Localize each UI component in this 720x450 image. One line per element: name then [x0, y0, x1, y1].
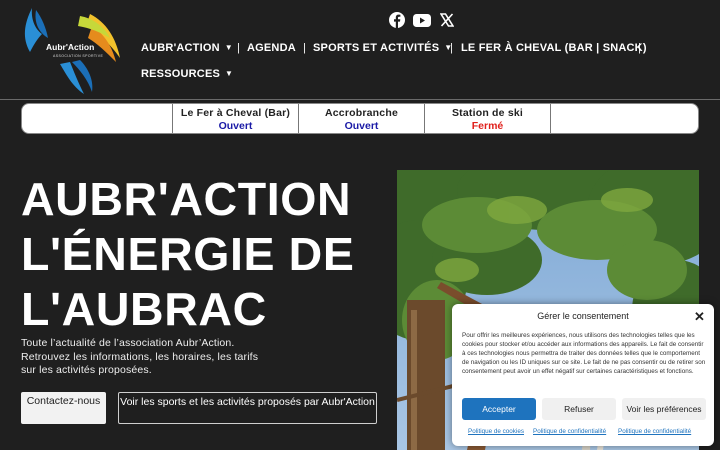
hero-title-line: L'ÉNERGIE DE: [21, 228, 355, 280]
cookie-policy-link[interactable]: Politique de cookies: [468, 428, 524, 435]
status-name: Le Fer à Cheval (Bar): [180, 107, 291, 119]
nav-item-fer-a-cheval[interactable]: LE FER À CHEVAL (BAR | SNACK): [461, 42, 647, 54]
nav-item-sports[interactable]: SPORTS ET ACTIVITÉS ▼: [313, 42, 452, 54]
hero-title: AUBR'ACTION L'ÉNERGIE DE L'AUBRAC: [21, 172, 391, 337]
status-station-ski: Station de ski Fermé: [424, 104, 550, 133]
privacy-policy-link[interactable]: Politique de confidentialité: [533, 428, 606, 435]
privacy-policy-link[interactable]: Politique de confidentialité: [618, 428, 691, 435]
youtube-icon[interactable]: [413, 11, 431, 29]
hero-title-line: AUBR'ACTION: [21, 173, 352, 225]
nav-item-ressources[interactable]: RESSOURCES ▼: [141, 68, 233, 80]
site-header: Aubr'Action ASSOCIATION SPORTIVE AUBR'AC…: [0, 0, 720, 100]
status-value: Fermé: [471, 120, 504, 132]
status-fer-a-cheval: Le Fer à Cheval (Bar) Ouvert: [172, 104, 298, 133]
status-name: Station de ski: [451, 107, 524, 119]
accept-button[interactable]: Accepter: [462, 398, 536, 420]
status-accrobranche: Accrobranche Ouvert: [298, 104, 424, 133]
close-icon[interactable]: ✕: [694, 309, 705, 325]
nav-separator: |: [638, 42, 642, 54]
status-value: Ouvert: [344, 120, 379, 132]
preferences-button[interactable]: Voir les préférences: [622, 398, 706, 420]
header-divider: [0, 99, 720, 100]
consent-text: Pour offrir les meilleures expériences, …: [462, 332, 706, 376]
nav-item-aubraction[interactable]: AUBR'ACTION ▼: [141, 42, 233, 54]
nav-separator: |: [237, 42, 241, 54]
nav-item-agenda[interactable]: AGENDA: [247, 42, 296, 54]
status-bar: Le Fer à Cheval (Bar) Ouvert Accrobranch…: [21, 103, 699, 134]
contact-button[interactable]: Contactez-nous: [21, 392, 106, 424]
nav-label: RESSOURCES: [141, 68, 221, 80]
refuse-button[interactable]: Refuser: [542, 398, 616, 420]
logo-text: Aubr'Action: [46, 42, 95, 52]
hero-description: Toute l’actualité de l’association Aubr’…: [21, 337, 259, 376]
status-name: Accrobranche: [324, 107, 398, 119]
nav-label: AGENDA: [247, 42, 296, 54]
nav-label: AUBR'ACTION: [141, 42, 220, 54]
nav-separator: |: [303, 42, 307, 54]
nav-label: LE FER À CHEVAL (BAR | SNACK): [461, 42, 647, 54]
sports-activities-button[interactable]: Voir les sports et les activités proposé…: [118, 392, 377, 424]
x-icon[interactable]: [438, 11, 456, 29]
hero-title-line: L'AUBRAC: [21, 283, 267, 335]
logo-tagline: ASSOCIATION SPORTIVE: [53, 54, 104, 58]
chevron-down-icon: ▼: [224, 43, 233, 52]
status-value: Ouvert: [218, 120, 253, 132]
facebook-icon[interactable]: [388, 11, 406, 29]
consent-title: Gérer le consentement: [537, 311, 629, 321]
status-divider: [550, 104, 551, 133]
chevron-down-icon: ▼: [225, 69, 234, 78]
nav-separator: |: [450, 42, 454, 54]
nav-label: SPORTS ET ACTIVITÉS: [313, 42, 440, 54]
site-logo[interactable]: Aubr'Action ASSOCIATION SPORTIVE: [20, 4, 124, 96]
cookie-consent-dialog: Gérer le consentement ✕ Pour offrir les …: [452, 304, 714, 446]
